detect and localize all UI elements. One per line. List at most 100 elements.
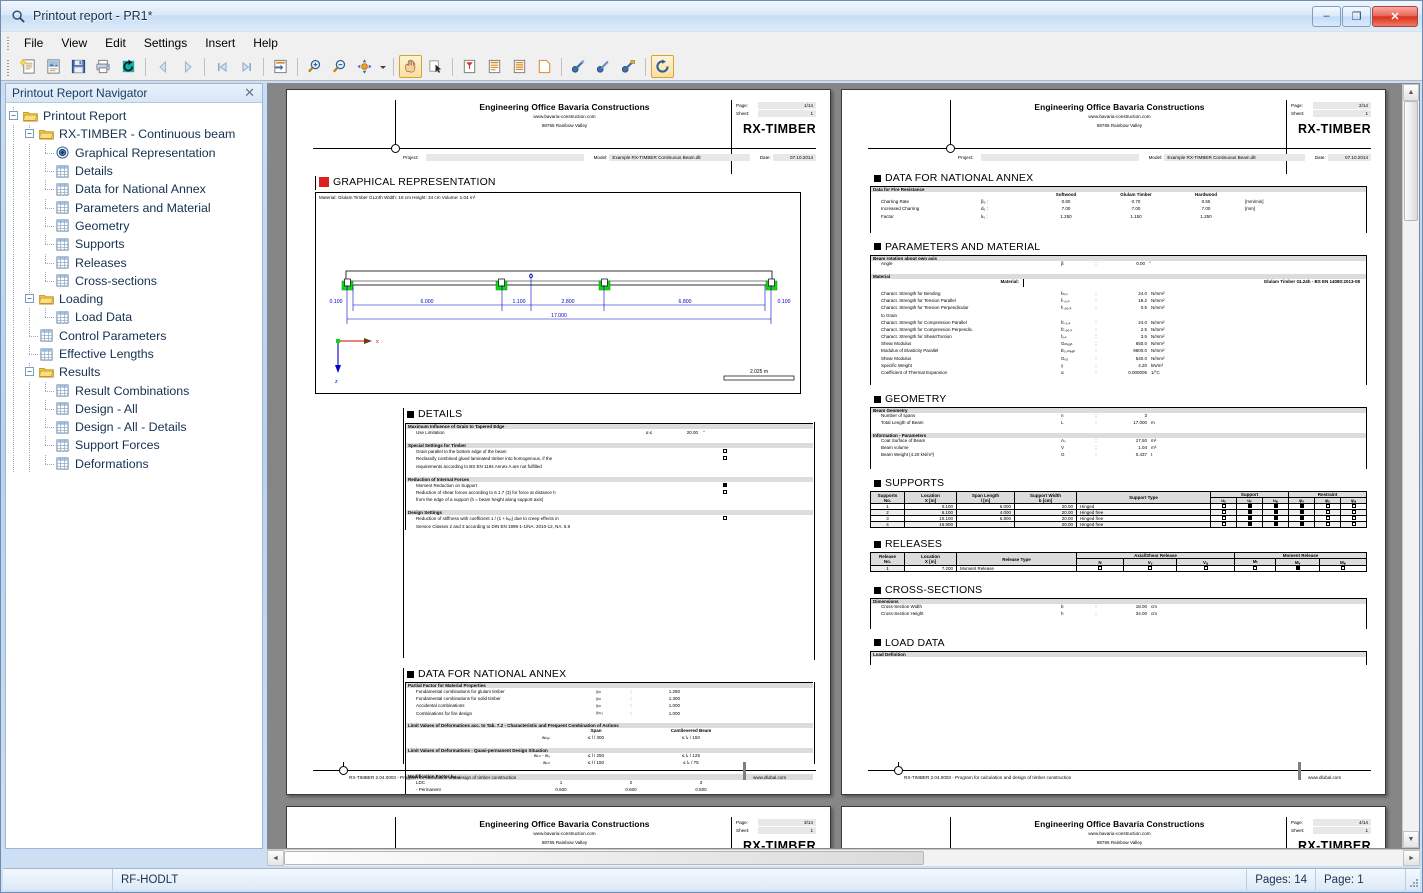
sidebar-item-results[interactable]: − Results bbox=[6, 363, 262, 382]
checkbox-unchecked-icon[interactable] bbox=[1325, 522, 1330, 527]
report-page-4[interactable]: Engineering Office Bavaria Constructions… bbox=[841, 806, 1386, 848]
checkbox-checked-icon[interactable] bbox=[1299, 516, 1304, 521]
checkbox-checked-icon[interactable] bbox=[1299, 504, 1304, 509]
print-icon[interactable] bbox=[92, 55, 115, 78]
report-selection-icon[interactable] bbox=[483, 55, 506, 78]
checkbox-checked-icon[interactable] bbox=[723, 482, 727, 487]
page-setup-icon[interactable] bbox=[269, 55, 292, 78]
report-page-1[interactable]: Engineering Office Bavaria Constructions… bbox=[286, 89, 831, 795]
table-row[interactable]: 1 7.200 Moment Release bbox=[870, 565, 1368, 573]
document-horizontal-scrollbar[interactable]: ◄ ► bbox=[267, 849, 1420, 866]
sidebar-item-rx-timber-continuous-beam[interactable]: − RX-TIMBER - Continuous beam bbox=[6, 125, 262, 144]
new-report-icon[interactable] bbox=[17, 55, 40, 78]
document-vertical-scrollbar[interactable]: ▲ ▼ bbox=[1402, 84, 1419, 848]
cell-support-flag[interactable] bbox=[1210, 521, 1237, 529]
cell-axial-flag[interactable] bbox=[1122, 565, 1178, 573]
hand-tool-icon[interactable] bbox=[399, 55, 422, 78]
checkbox-checked-icon[interactable] bbox=[1273, 504, 1278, 509]
expander-icon[interactable]: − bbox=[25, 294, 34, 304]
sidebar-item-design-all-details[interactable]: Design - All - Details bbox=[6, 418, 262, 437]
cell-moment-flag[interactable] bbox=[1318, 565, 1368, 573]
checkbox-checked-icon[interactable] bbox=[1247, 504, 1252, 509]
rotate-view-icon[interactable] bbox=[651, 55, 674, 78]
checkbox-unchecked-icon[interactable] bbox=[1253, 566, 1258, 571]
expander-icon[interactable]: − bbox=[25, 367, 34, 377]
sidebar-item-supports[interactable]: Supports bbox=[6, 235, 262, 254]
all-pages-icon[interactable] bbox=[508, 55, 531, 78]
menu-settings[interactable]: Settings bbox=[135, 33, 196, 53]
sidebar-item-control-parameters[interactable]: Control Parameters bbox=[6, 326, 262, 345]
scroll-up-button[interactable]: ▲ bbox=[1403, 84, 1419, 101]
open-report-icon[interactable] bbox=[42, 55, 65, 78]
sidebar-item-support-forces[interactable]: Support Forces bbox=[6, 436, 262, 455]
checkbox-unchecked-icon[interactable] bbox=[1351, 510, 1356, 515]
menu-help[interactable]: Help bbox=[244, 33, 287, 53]
last-page-icon[interactable] bbox=[235, 55, 258, 78]
cell-moment-flag[interactable] bbox=[1275, 565, 1320, 573]
checkbox-checked-icon[interactable] bbox=[1273, 510, 1278, 515]
checkbox-checked-icon[interactable] bbox=[1247, 516, 1252, 521]
cell-moment-flag[interactable] bbox=[1234, 565, 1277, 573]
graphical-representation-box[interactable]: Material: Glulam Timber GL24h Width: 18 … bbox=[315, 192, 801, 394]
cell-restraint-flag[interactable] bbox=[1314, 521, 1341, 529]
select-tool-icon[interactable] bbox=[424, 55, 447, 78]
next-page-icon[interactable] bbox=[176, 55, 199, 78]
checkbox-checked-icon[interactable] bbox=[1295, 566, 1300, 571]
scroll-track[interactable] bbox=[1403, 101, 1419, 831]
sidebar-item-load-data[interactable]: Load Data bbox=[6, 308, 262, 327]
table-row[interactable]: 4 16.900 20.00 Hinged free bbox=[870, 521, 1367, 529]
refresh-icon[interactable] bbox=[117, 55, 140, 78]
expander-icon[interactable]: − bbox=[9, 111, 18, 121]
checkbox-checked-icon[interactable] bbox=[1247, 510, 1252, 515]
hscroll-track[interactable] bbox=[284, 850, 1403, 866]
minimize-button[interactable]: – bbox=[1312, 5, 1341, 27]
checkbox-checked-icon[interactable] bbox=[1273, 522, 1278, 527]
navigator-close-icon[interactable]: ✕ bbox=[241, 85, 258, 101]
menu-insert[interactable]: Insert bbox=[196, 33, 244, 53]
report-page-3[interactable]: Engineering Office Bavaria Constructions… bbox=[286, 806, 831, 848]
checkbox-unchecked-icon[interactable] bbox=[1325, 516, 1330, 521]
scroll-down-button[interactable]: ▼ bbox=[1403, 831, 1419, 848]
checkbox-unchecked-icon[interactable] bbox=[723, 516, 727, 521]
checkbox-checked-icon[interactable] bbox=[1247, 522, 1252, 527]
cell-restraint-flag[interactable] bbox=[1340, 521, 1367, 529]
cell-support-flag[interactable] bbox=[1262, 521, 1289, 529]
checkbox-unchecked-icon[interactable] bbox=[723, 490, 727, 495]
checkbox-unchecked-icon[interactable] bbox=[1148, 566, 1153, 571]
checkbox-unchecked-icon[interactable] bbox=[1351, 522, 1356, 527]
sidebar-item-effective-lengths[interactable]: Effective Lengths bbox=[6, 345, 262, 363]
document-scroll-area[interactable]: Engineering Office Bavaria Constructions… bbox=[268, 84, 1402, 848]
toolbar-grip[interactable] bbox=[5, 57, 12, 76]
sidebar-item-cross-sections[interactable]: Cross-sections bbox=[6, 271, 262, 290]
sidebar-item-printout-report[interactable]: − Printout Report bbox=[6, 107, 262, 125]
previous-page-icon[interactable] bbox=[151, 55, 174, 78]
save-icon[interactable] bbox=[67, 55, 90, 78]
pan-zoom-icon[interactable] bbox=[353, 55, 376, 78]
scroll-right-button[interactable]: ► bbox=[1403, 850, 1420, 866]
checkbox-unchecked-icon[interactable] bbox=[1351, 516, 1356, 521]
cell-axial-flag[interactable] bbox=[1076, 565, 1124, 573]
checkbox-unchecked-icon[interactable] bbox=[1351, 504, 1356, 509]
tree-expander-cell[interactable]: − bbox=[22, 363, 38, 381]
checkbox-unchecked-icon[interactable] bbox=[1340, 566, 1345, 571]
tree-expander-cell[interactable]: − bbox=[22, 290, 38, 308]
tree-expander-cell[interactable]: − bbox=[6, 107, 22, 125]
checkbox-unchecked-icon[interactable] bbox=[1221, 522, 1226, 527]
menu-file[interactable]: File bbox=[15, 33, 52, 53]
checkbox-checked-icon[interactable] bbox=[1299, 510, 1304, 515]
sidebar-item-result-combinations[interactable]: Result Combinations bbox=[6, 381, 262, 400]
sidebar-item-geometry[interactable]: Geometry bbox=[6, 216, 262, 235]
checkbox-unchecked-icon[interactable] bbox=[1325, 510, 1330, 515]
link-add-icon[interactable] bbox=[592, 55, 615, 78]
cell-restraint-flag[interactable] bbox=[1288, 521, 1315, 529]
cell-axial-flag[interactable] bbox=[1176, 565, 1236, 573]
sidebar-item-data-for-national-annex[interactable]: Data for National Annex bbox=[6, 180, 262, 199]
menu-edit[interactable]: Edit bbox=[96, 33, 135, 53]
sidebar-item-releases[interactable]: Releases bbox=[6, 253, 262, 272]
resize-grip[interactable] bbox=[1406, 869, 1420, 890]
link-lock-icon[interactable] bbox=[617, 55, 640, 78]
scroll-left-button[interactable]: ◄ bbox=[267, 850, 284, 866]
expander-icon[interactable]: − bbox=[25, 129, 34, 139]
checkbox-unchecked-icon[interactable] bbox=[1325, 504, 1330, 509]
sidebar-item-graphical-representation[interactable]: Graphical Representation bbox=[6, 143, 262, 162]
